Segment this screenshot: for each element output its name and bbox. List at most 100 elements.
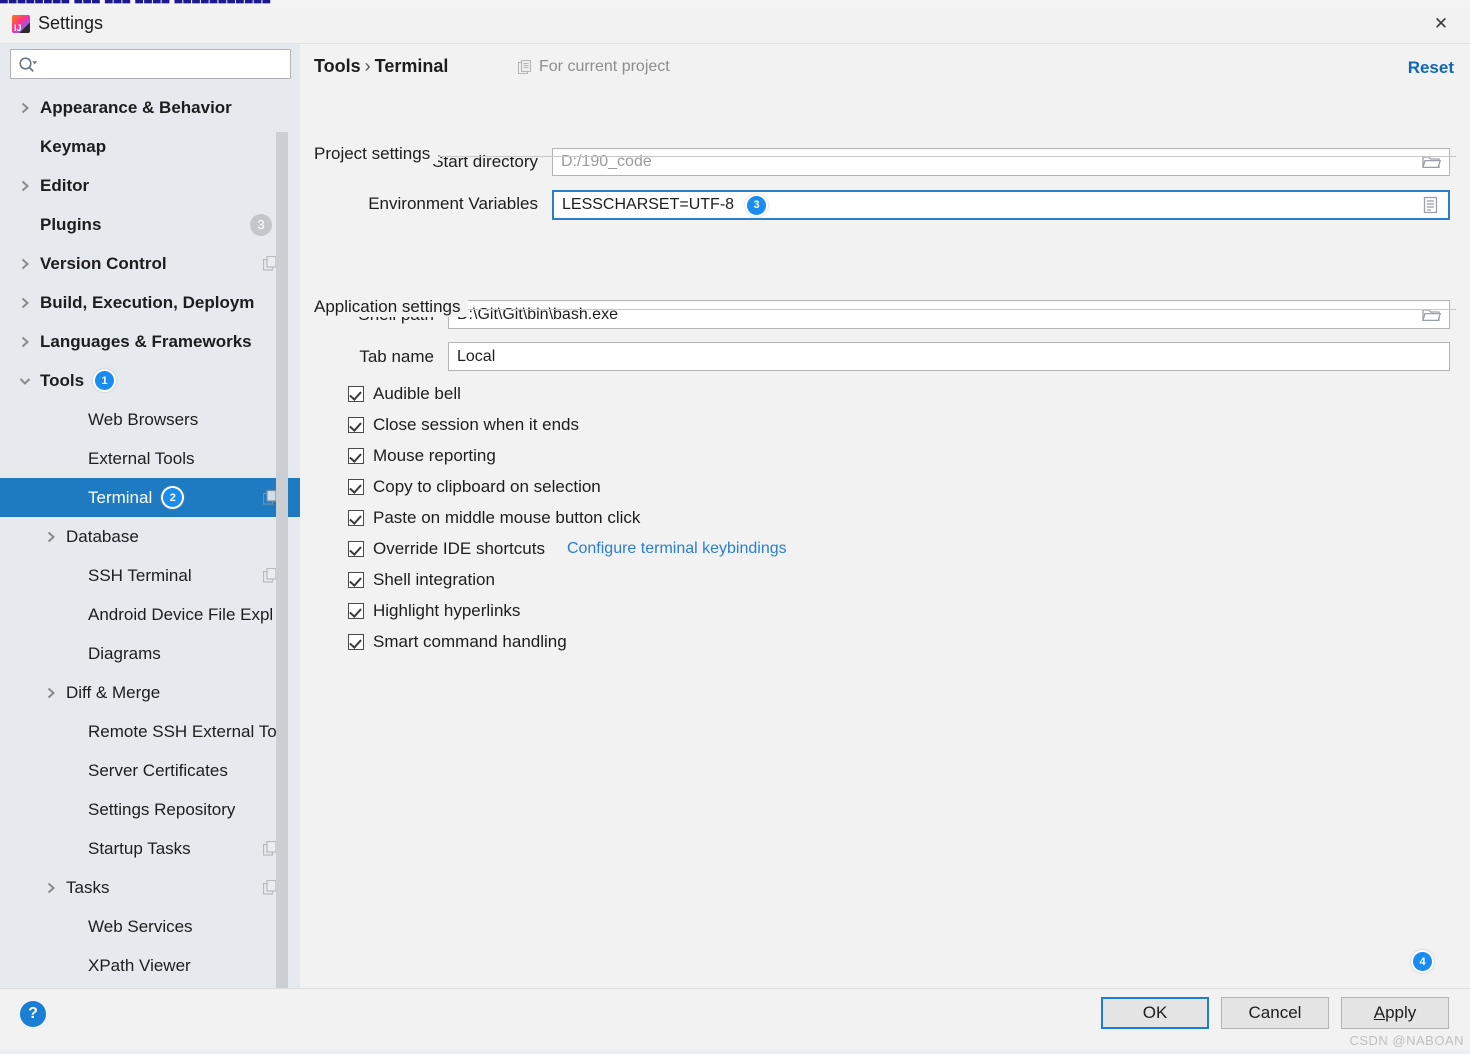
chevron-down-icon[interactable] [18, 374, 32, 388]
sidebar-item-startup-tasks[interactable]: Startup Tasks [0, 829, 300, 868]
checkbox-smart-command-handling[interactable]: Smart command handling [348, 630, 567, 654]
sidebar-item-web-services[interactable]: Web Services [0, 907, 300, 946]
scope-note: For current project [518, 58, 670, 76]
checkbox-label: Smart command handling [373, 632, 567, 651]
breadcrumb-root[interactable]: Tools [314, 56, 361, 76]
window-bottom-edge [0, 1050, 1470, 1054]
checkbox-mouse-reporting[interactable]: Mouse reporting [348, 444, 496, 468]
sidebar-item-terminal[interactable]: Terminal 2 [0, 478, 300, 517]
project-settings-divider [314, 156, 1456, 157]
sidebar-item-languages-frameworks[interactable]: Languages & Frameworks [0, 322, 300, 361]
close-icon[interactable]: ✕ [1420, 9, 1462, 39]
sidebar-item-label: Terminal [88, 487, 153, 507]
checkbox-highlight-hyperlinks[interactable]: Highlight hyperlinks [348, 599, 520, 623]
chevron-right-icon[interactable] [18, 179, 32, 193]
sidebar-item-build-execution-deploym[interactable]: Build, Execution, Deploym [0, 283, 300, 322]
sidebar-item-keymap[interactable]: Keymap [0, 127, 300, 166]
reset-link[interactable]: Reset [1408, 58, 1454, 78]
checkbox-input[interactable] [348, 417, 364, 433]
sidebar-item-diagrams[interactable]: Diagrams [0, 634, 300, 673]
sidebar-item-web-browsers[interactable]: Web Browsers [0, 400, 300, 439]
cancel-button[interactable]: Cancel [1221, 997, 1329, 1029]
checkbox-input[interactable] [348, 510, 364, 526]
checkbox-input[interactable] [348, 386, 364, 402]
checkbox-audible-bell[interactable]: Audible bell [348, 382, 461, 406]
chevron-right-icon[interactable] [44, 881, 58, 895]
apply-button-mnemonic: A [1373, 1003, 1386, 1022]
checkbox-close-session-when-it-ends[interactable]: Close session when it ends [348, 413, 579, 437]
sidebar-item-label: Server Certificates [88, 760, 228, 780]
sidebar-item-diff-merge[interactable]: Diff & Merge [0, 673, 300, 712]
sidebar-item-appearance-behavior[interactable]: Appearance & Behavior [0, 88, 300, 127]
sidebar-item-editor[interactable]: Editor [0, 166, 300, 205]
sidebar-item-plugins[interactable]: Plugins 3 [0, 205, 300, 244]
intellij-idea-icon: IJ [12, 15, 30, 33]
sidebar-item-label: Web Browsers [88, 409, 199, 429]
checkbox-copy-to-clipboard-on-selection[interactable]: Copy to clipboard on selection [348, 475, 601, 499]
step-badge-2: 2 [163, 488, 183, 507]
tab-name-label: Tab name [359, 347, 434, 366]
top-edge-artifact: ████████ ███ ███ ████ ███████████ [0, 0, 1470, 7]
list-document-icon[interactable] [1412, 192, 1448, 218]
sidebar-item-settings-repository[interactable]: Settings Repository [0, 790, 300, 829]
apply-button[interactable]: Apply [1341, 997, 1449, 1029]
ok-button[interactable]: OK [1101, 997, 1209, 1029]
settings-content-panel: Tools › Terminal For current project Reset… [300, 44, 1470, 989]
step-badge-4: 4 [1413, 952, 1432, 971]
checkbox-input[interactable] [348, 448, 364, 464]
shell-path-input[interactable]: D:\Git\Git\bin\bash.exe [448, 300, 1450, 329]
window-title: Settings [38, 13, 104, 33]
sidebar-item-label: Diagrams [88, 643, 161, 663]
sidebar-item-version-control[interactable]: Version Control [0, 244, 300, 283]
application-settings-divider [314, 309, 1456, 310]
folder-icon[interactable] [1413, 149, 1449, 175]
checkbox-input[interactable] [348, 541, 364, 557]
checkbox-override-ide-shortcuts[interactable]: Override IDE shortcuts Configure terminal… [348, 537, 787, 561]
sidebar-item-label: Diff & Merge [66, 682, 161, 702]
dialog-footer: ? OK Cancel Apply CSDN @NABOAN [0, 988, 1470, 1054]
sidebar-item-database[interactable]: Database [0, 517, 300, 556]
configure-terminal-keybindings-link[interactable]: Configure terminal keybindings [567, 540, 787, 558]
sidebar-scrollbar-thumb[interactable] [276, 132, 288, 1007]
checkbox-label: Mouse reporting [373, 446, 496, 465]
sidebar-item-tasks[interactable]: Tasks [0, 868, 300, 907]
sidebar-item-tools[interactable]: Tools 1 [0, 361, 300, 400]
checkbox-label: Highlight hyperlinks [373, 601, 521, 620]
sidebar-item-label: Web Services [88, 916, 193, 936]
breadcrumb-separator: › [364, 56, 371, 76]
apply-button-rest: pply [1385, 1003, 1417, 1022]
sidebar-item-label: Database [66, 526, 139, 546]
sidebar-item-external-tools[interactable]: External Tools [0, 439, 300, 478]
chevron-right-icon[interactable] [18, 101, 32, 115]
checkbox-paste-on-middle-mouse-button-click[interactable]: Paste on middle mouse button click [348, 506, 640, 530]
settings-tree[interactable]: Appearance & Behavior Keymap Editor Plugins… [0, 88, 300, 989]
sidebar-item-server-certificates[interactable]: Server Certificates [0, 751, 300, 790]
sidebar-item-xpath-viewer[interactable]: XPath Viewer [0, 946, 300, 985]
sidebar-item-label: XPath Viewer [88, 955, 191, 975]
checkbox-input[interactable] [348, 572, 364, 588]
search-input[interactable] [43, 50, 287, 80]
sidebar-item-android-device-file-expl[interactable]: Android Device File Expl [0, 595, 300, 634]
tab-name-input[interactable]: Local [448, 342, 1450, 371]
sidebar-scrollbar-track[interactable] [276, 88, 294, 1007]
folder-icon[interactable] [1413, 301, 1449, 328]
chevron-right-icon[interactable] [18, 296, 32, 310]
checkbox-input[interactable] [348, 479, 364, 495]
watermark: CSDN @NABOAN [1349, 1033, 1464, 1048]
chevron-right-icon[interactable] [18, 335, 32, 349]
search-box[interactable] [10, 49, 291, 80]
environment-variables-input[interactable]: LESSCHARSET=UTF-8 3 [552, 190, 1450, 220]
sidebar-item-ssh-terminal[interactable]: SSH Terminal [0, 556, 300, 595]
breadcrumb-leaf: Terminal [374, 56, 449, 76]
chevron-right-icon[interactable] [18, 257, 32, 271]
checkbox-shell-integration[interactable]: Shell integration [348, 568, 495, 592]
checkbox-input[interactable] [348, 634, 364, 650]
start-directory-input[interactable]: D:/190_code [552, 148, 1450, 176]
sidebar-item-remote-ssh-external-too[interactable]: Remote SSH External Too [0, 712, 300, 751]
sidebar-item-count: 3 [250, 213, 272, 236]
checkbox-input[interactable] [348, 603, 364, 619]
step-badge-1: 1 [95, 371, 115, 390]
chevron-right-icon[interactable] [44, 530, 58, 544]
help-icon[interactable]: ? [20, 1001, 46, 1027]
chevron-right-icon[interactable] [44, 686, 58, 700]
